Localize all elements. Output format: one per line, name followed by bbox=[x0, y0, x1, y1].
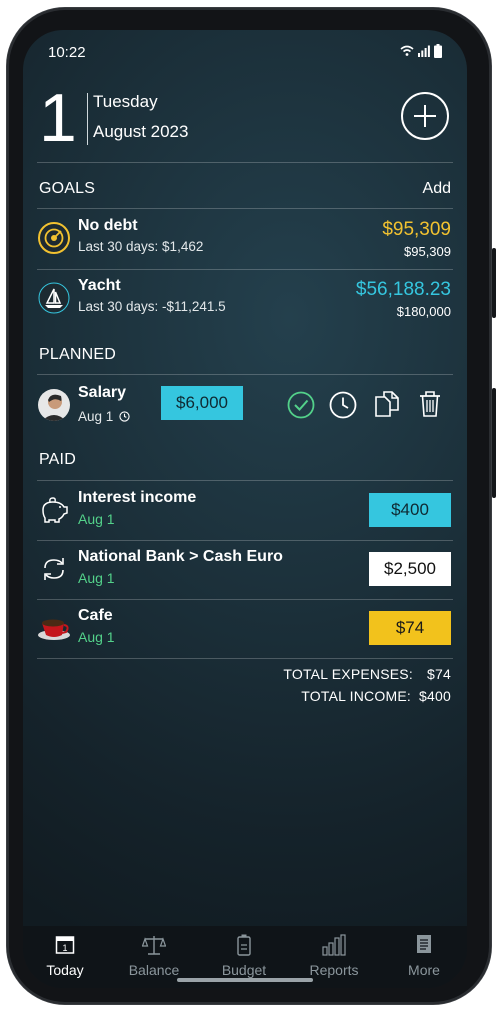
reschedule-clock-icon[interactable] bbox=[328, 390, 358, 420]
divider bbox=[37, 540, 453, 541]
document-icon bbox=[417, 935, 431, 953]
status-time: 10:22 bbox=[48, 44, 86, 61]
total-income-value: $400 bbox=[419, 688, 451, 704]
planned-section-title: PLANNED bbox=[39, 346, 116, 363]
total-income: TOTAL INCOME: $400 bbox=[301, 688, 451, 704]
battery-icon bbox=[237, 934, 251, 956]
tab-budget[interactable]: Budget bbox=[204, 932, 284, 978]
total-expenses: TOTAL EXPENSES: $74 bbox=[283, 666, 451, 682]
tab-balance[interactable]: Balance bbox=[114, 932, 194, 978]
coffee-cup-icon bbox=[38, 619, 70, 640]
add-goal-button[interactable]: Add bbox=[423, 180, 451, 198]
target-icon bbox=[38, 222, 70, 254]
sailboat-icon bbox=[38, 282, 70, 314]
wifi-icon bbox=[400, 45, 414, 56]
goal-row[interactable]: No debt Last 30 days: $1,462 $95,309 $95… bbox=[37, 213, 453, 271]
paid-amount[interactable]: $400 bbox=[369, 493, 451, 527]
goals-section-title: GOALS bbox=[39, 180, 96, 197]
weekday-label: Tuesday bbox=[93, 92, 158, 111]
planned-row[interactable]: Salary Aug 1 $6,000 bbox=[37, 380, 453, 438]
calendar-icon: 1 bbox=[55, 936, 75, 954]
battery-status-icon bbox=[434, 44, 442, 58]
svg-text:1: 1 bbox=[62, 943, 67, 953]
home-indicator[interactable] bbox=[177, 978, 313, 982]
paid-row[interactable]: Interest income Aug 1 $400 bbox=[37, 485, 453, 543]
month-year-label[interactable]: August 2023 bbox=[93, 122, 188, 142]
planned-name: Salary bbox=[78, 384, 127, 401]
total-income-label: TOTAL INCOME: bbox=[301, 688, 411, 704]
total-expenses-label: TOTAL EXPENSES: bbox=[283, 666, 413, 682]
status-icons bbox=[400, 44, 442, 58]
tab-budget-label: Budget bbox=[221, 962, 267, 978]
goal-last-30-days: Last 30 days: $1,462 bbox=[78, 239, 204, 254]
day-number: 1 bbox=[39, 80, 77, 156]
tab-today[interactable]: 1 Today bbox=[25, 932, 105, 978]
volume-button bbox=[492, 248, 496, 318]
status-bar: 10:22 bbox=[43, 40, 447, 64]
scales-icon bbox=[142, 936, 166, 955]
goal-row[interactable]: Yacht Last 30 days: -$11,241.5 $56,188.2… bbox=[37, 273, 453, 331]
planned-date-wrap: Aug 1 bbox=[78, 409, 130, 424]
power-button bbox=[492, 388, 496, 498]
paid-section-title: PAID bbox=[39, 451, 76, 468]
goal-name: No debt bbox=[78, 217, 138, 234]
confirm-check-icon[interactable] bbox=[286, 390, 316, 420]
goal-amount: $56,188.23 bbox=[355, 279, 451, 300]
paid-date: Aug 1 bbox=[78, 511, 115, 527]
paid-amount[interactable]: $2,500 bbox=[369, 552, 451, 586]
paid-name: Interest income bbox=[78, 489, 197, 506]
copy-icon[interactable] bbox=[372, 389, 402, 419]
transfer-icon bbox=[44, 558, 64, 580]
paid-row[interactable]: National Bank > Cash Euro Aug 1 $2,500 bbox=[37, 544, 453, 602]
tab-reports[interactable]: Reports bbox=[294, 932, 374, 978]
paid-date: Aug 1 bbox=[78, 570, 115, 586]
goal-amount: $95,309 bbox=[382, 219, 451, 240]
avatar bbox=[38, 389, 70, 421]
divider bbox=[37, 208, 453, 209]
tab-balance-label: Balance bbox=[128, 962, 180, 978]
signal-icon bbox=[418, 45, 430, 57]
date-header: 1 Tuesday August 2023 bbox=[39, 80, 451, 156]
planned-amount[interactable]: $6,000 bbox=[161, 386, 243, 420]
app-screen: 10:22 1 Tuesday August 2023 GOALS Add No… bbox=[23, 30, 467, 988]
divider bbox=[37, 269, 453, 270]
paid-name: Cafe bbox=[78, 607, 113, 624]
divider bbox=[37, 658, 453, 659]
divider bbox=[37, 480, 453, 481]
date-divider bbox=[87, 93, 88, 145]
bar-chart-icon bbox=[322, 934, 346, 956]
goal-last-30-days: Last 30 days: -$11,241.5 bbox=[78, 299, 226, 314]
clock-icon bbox=[119, 411, 130, 422]
tab-reports-label: Reports bbox=[309, 962, 359, 978]
paid-row[interactable]: Cafe Aug 1 $74 bbox=[37, 603, 453, 661]
paid-name: National Bank > Cash Euro bbox=[78, 548, 283, 565]
tab-more-label: More bbox=[408, 962, 440, 978]
piggy-bank-icon bbox=[42, 497, 68, 523]
goal-target: $95,309 bbox=[404, 244, 451, 259]
tab-today-label: Today bbox=[46, 962, 84, 978]
divider bbox=[37, 599, 453, 600]
bottom-tab-bar: 1 Today Balance Budget Reports More bbox=[23, 926, 467, 988]
add-transaction-button[interactable] bbox=[401, 92, 449, 140]
total-expenses-value: $74 bbox=[427, 666, 451, 682]
goal-name: Yacht bbox=[78, 277, 121, 294]
paid-date: Aug 1 bbox=[78, 629, 115, 645]
tab-more[interactable]: More bbox=[384, 932, 464, 978]
goal-target: $180,000 bbox=[396, 304, 451, 319]
divider bbox=[37, 374, 453, 375]
planned-date: Aug 1 bbox=[78, 409, 114, 424]
divider bbox=[37, 162, 453, 163]
paid-amount[interactable]: $74 bbox=[369, 611, 451, 645]
delete-trash-icon[interactable] bbox=[417, 389, 443, 419]
